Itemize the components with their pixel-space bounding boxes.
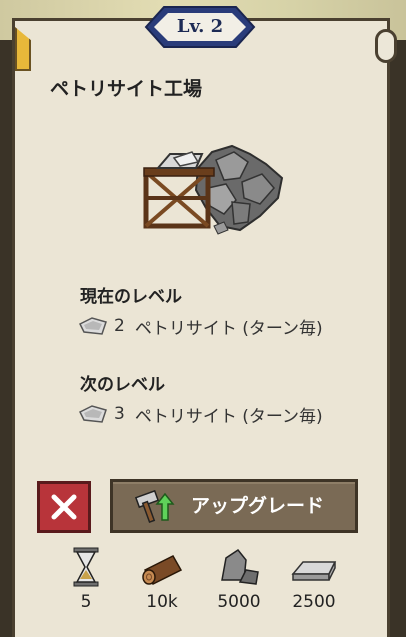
current-level-production: 2 ペトリサイト (ターン毎) <box>78 314 323 339</box>
next-level-label: 次のレベル <box>80 375 165 395</box>
cost-metal: 2500 <box>279 546 349 612</box>
cost-stone-value: 5000 <box>217 592 261 612</box>
next-level-text: ペトリサイト (ターン毎) <box>134 406 323 427</box>
petrisite-factory-icon <box>143 144 284 235</box>
petrisite-icon <box>78 317 107 335</box>
level-text: Lv. 2 <box>176 16 224 37</box>
upgrade-button[interactable]: アップグレード <box>110 479 358 533</box>
hourglass-icon <box>73 547 99 587</box>
current-level-text: ペトリサイト (ターン毎) <box>134 318 323 339</box>
current-level-label: 現在のレベル <box>80 287 182 307</box>
petrisite-icon <box>78 405 107 423</box>
cost-wood: 10k <box>127 546 197 612</box>
cost-time: 5 <box>51 546 121 612</box>
close-knob[interactable] <box>375 29 397 63</box>
hammer-upgrade-icon <box>135 490 175 524</box>
wood-log-icon <box>142 555 183 585</box>
cancel-button[interactable] <box>37 481 91 533</box>
next-level-production: 3 ペトリサイト (ターン毎) <box>78 402 323 427</box>
cost-wood-value: 10k <box>146 592 178 612</box>
cost-time-value: 5 <box>80 592 92 612</box>
stone-icon <box>221 548 259 585</box>
current-level-amount: 2 <box>114 316 125 336</box>
cost-stone: 5000 <box>204 546 274 612</box>
next-level-amount: 3 <box>114 404 125 424</box>
metal-ingot-icon <box>291 561 337 581</box>
cost-metal-value: 2500 <box>292 592 336 612</box>
close-icon <box>51 494 77 520</box>
side-tab[interactable] <box>15 27 31 71</box>
level-badge: Lv. 2 <box>142 4 258 50</box>
upgrade-label: アップグレード <box>191 495 325 517</box>
building-title: ペトリサイト工場 <box>50 78 203 100</box>
